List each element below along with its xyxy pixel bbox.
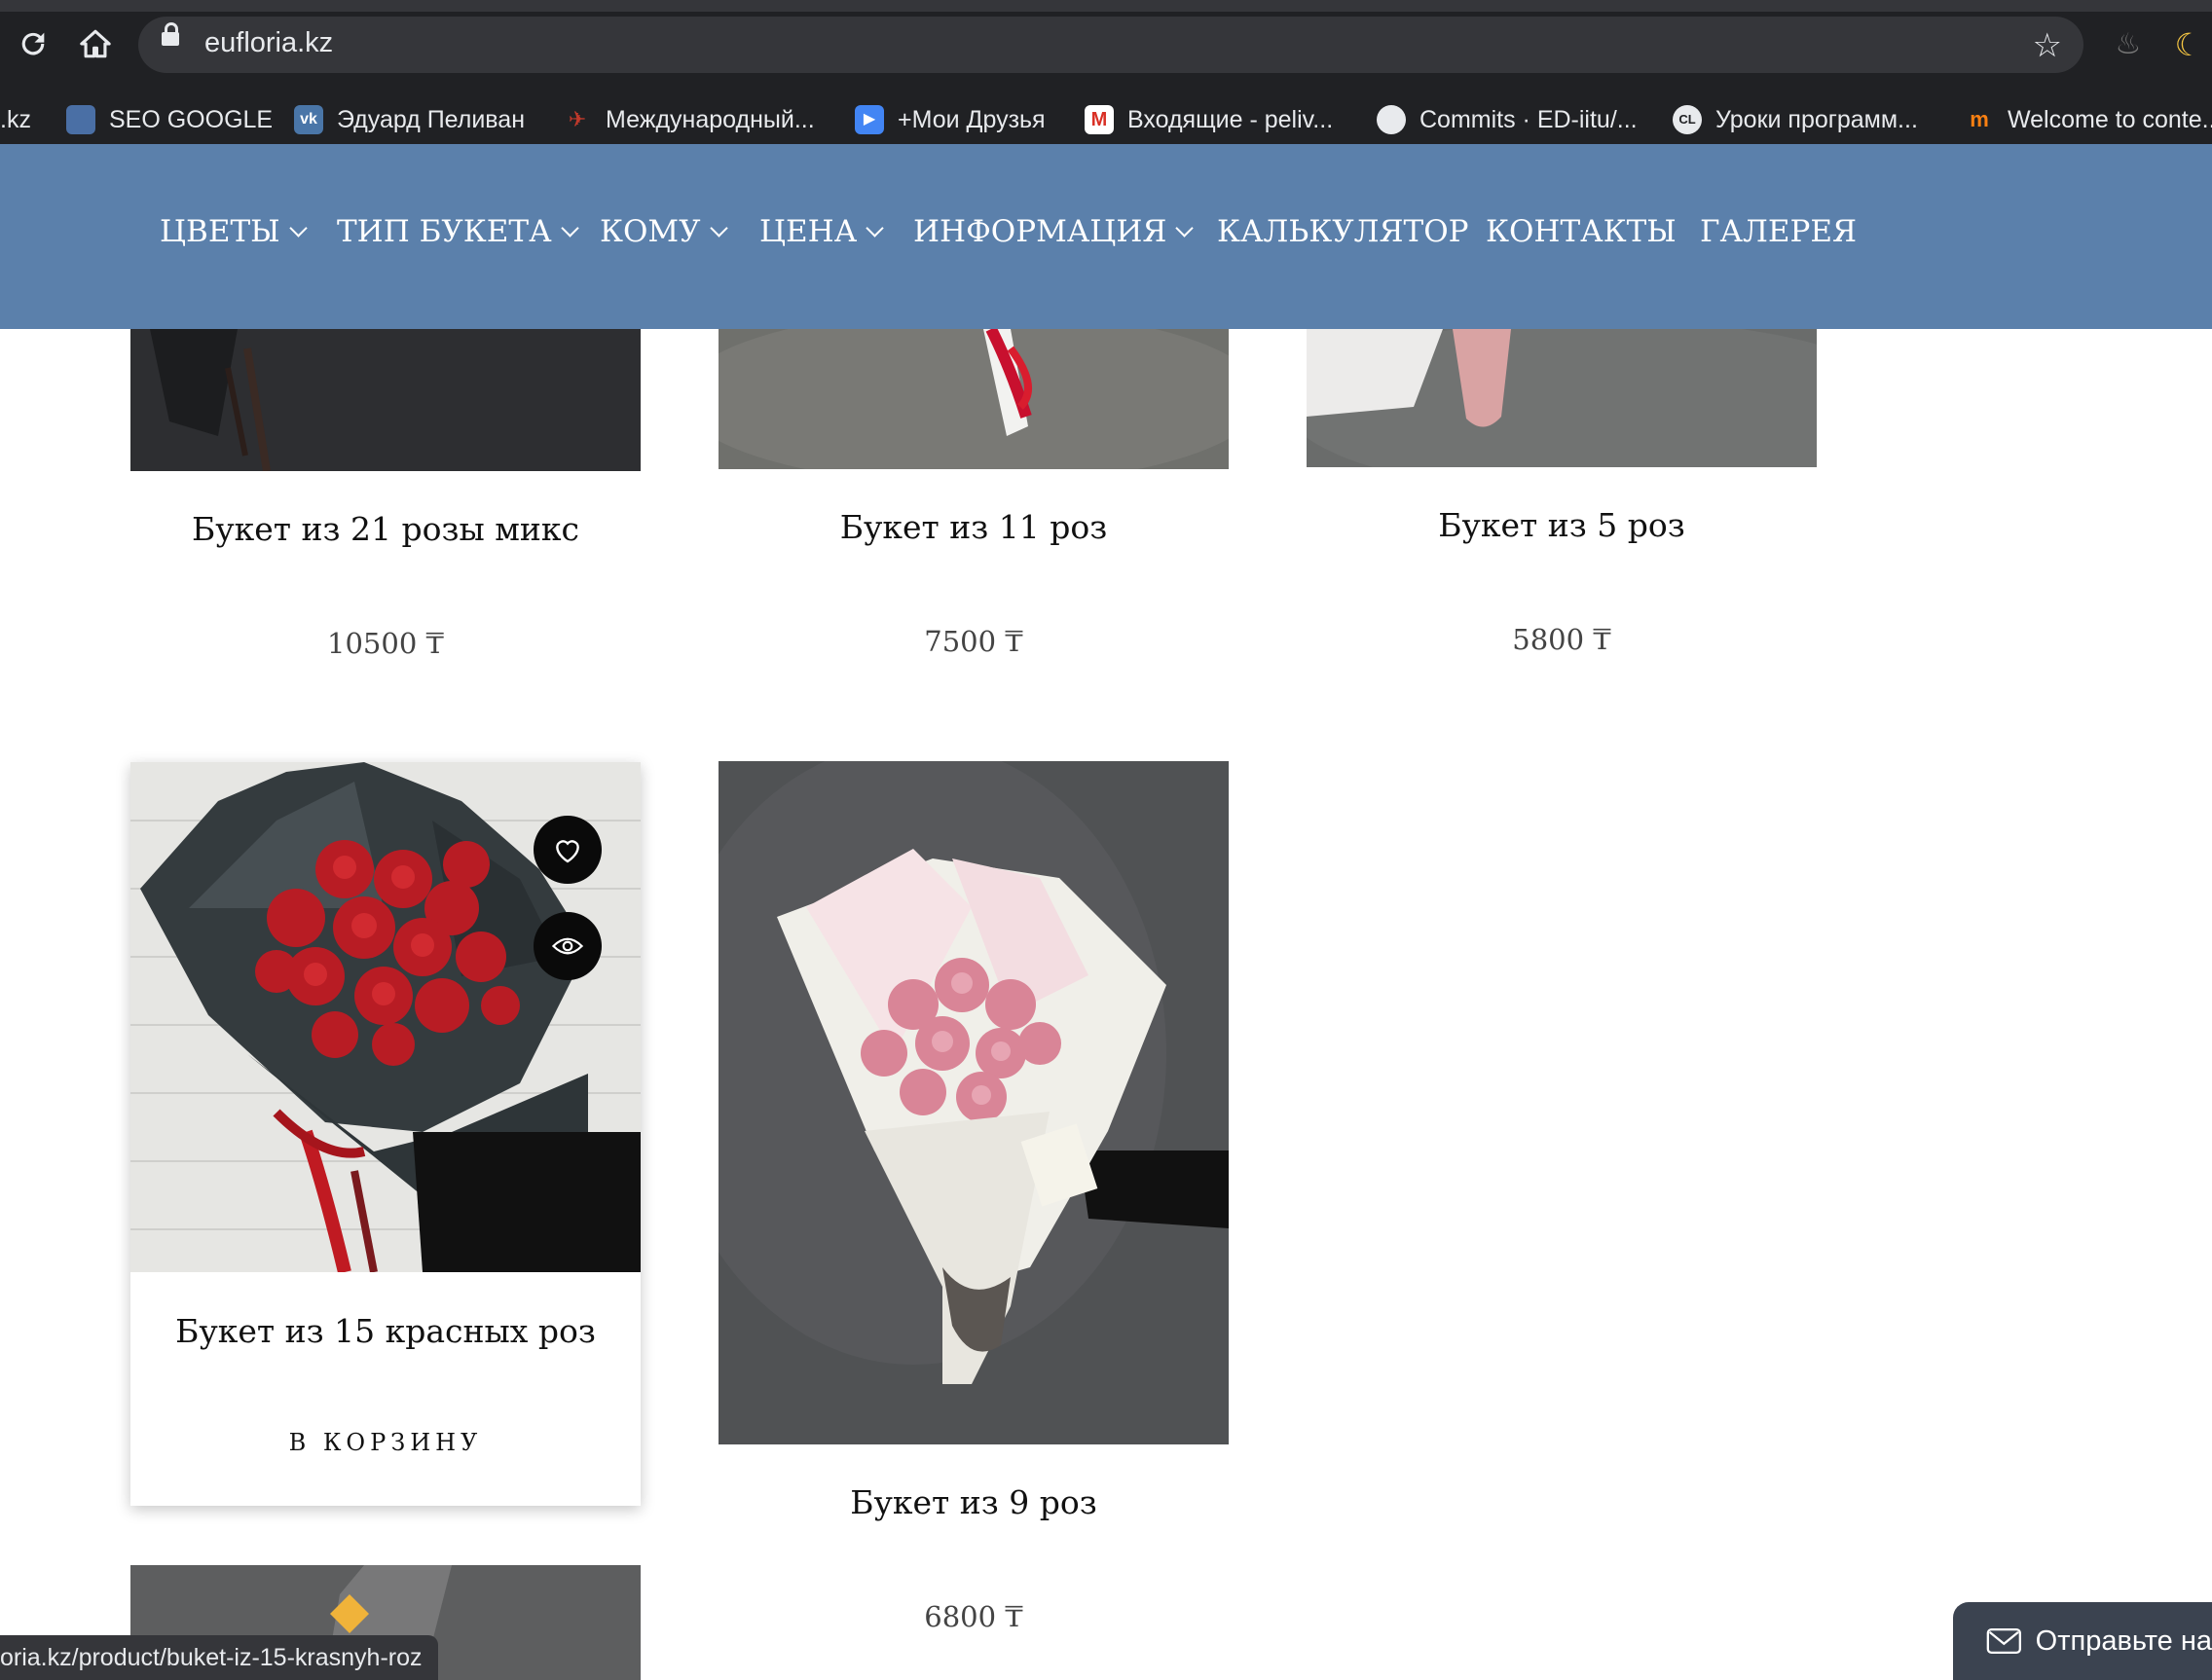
- bookmark-label: Международный...: [606, 105, 815, 133]
- lock-icon: [162, 22, 179, 46]
- bookmark-programming-lessons[interactable]: CL Уроки программ...: [1673, 95, 1918, 144]
- address-bar[interactable]: eufloria.kz ☆: [138, 17, 2083, 73]
- product-title[interactable]: Букет из 21 розы микс: [130, 510, 641, 548]
- nav-label: ТИП БУКЕТА: [337, 214, 552, 249]
- product-price: 10500 ₸: [327, 627, 444, 660]
- gmail-icon: M: [1085, 105, 1114, 134]
- bookmark-star-icon[interactable]: ☆: [2033, 26, 2062, 65]
- bookmark-label: +Мои Друзья: [898, 105, 1046, 133]
- reload-icon[interactable]: [16, 27, 51, 67]
- product-image-9-roses[interactable]: [719, 761, 1229, 1444]
- product-image-11-roses[interactable]: [719, 329, 1229, 469]
- tab-strip-edge: [0, 0, 2212, 12]
- bookmark-label: .kz: [0, 105, 31, 133]
- bookmark-label: SEO GOOGLE: [109, 105, 274, 133]
- codelessons-icon: CL: [1673, 105, 1702, 134]
- nav-label: КОМУ: [600, 214, 701, 249]
- nav-contacts[interactable]: КОНТАКТЫ: [1486, 214, 1677, 249]
- product-image-5-roses[interactable]: [1307, 329, 1817, 467]
- nav-information[interactable]: ИНФОРМАЦИЯ: [913, 214, 1195, 249]
- eye-icon: [551, 937, 584, 955]
- bookmark-international[interactable]: ✈ Международный...: [563, 95, 815, 144]
- bookmark-gmail-inbox[interactable]: M Входящие - peliv...: [1085, 95, 1333, 144]
- chevron-down-icon: [288, 219, 308, 237]
- bookmark-seo-google[interactable]: SEO GOOGLE: [66, 95, 273, 144]
- site-navigation: ЦВЕТЫ ТИП БУКЕТА КОМУ ЦЕНА ИНФОРМАЦИЯ КА…: [0, 144, 2212, 329]
- nav-label: ЦЕНА: [759, 214, 858, 249]
- status-bar-link: oria.kz/product/buket-iz-15-krasnyh-roz: [0, 1635, 438, 1680]
- nav-for-whom[interactable]: КОМУ: [600, 214, 728, 249]
- envelope-icon: [1986, 1627, 2021, 1655]
- product-price: 5800 ₸: [1512, 623, 1611, 656]
- nav-bouquet-type[interactable]: ТИП БУКЕТА: [337, 214, 579, 249]
- bookmark-label: Welcome to conte...: [2008, 105, 2212, 133]
- dark-mode-moon-icon[interactable]: ☾: [2171, 27, 2206, 62]
- nav-label: КОНТАКТЫ: [1486, 214, 1677, 249]
- nav-label: КАЛЬКУЛЯТОР: [1217, 214, 1469, 249]
- bookmark-label: Входящие - peliv...: [1127, 105, 1334, 133]
- nav-label: ЦВЕТЫ: [160, 214, 280, 249]
- nav-price[interactable]: ЦЕНА: [759, 214, 884, 249]
- product-title[interactable]: Букет из 11 роз: [719, 508, 1229, 546]
- product-title[interactable]: Букет из 5 роз: [1307, 506, 1817, 544]
- product-price: 7500 ₸: [924, 625, 1023, 658]
- bookmark-label: Уроки программ...: [1715, 105, 1918, 133]
- add-to-cart-button[interactable]: В КОРЗИНУ: [130, 1429, 641, 1456]
- home-icon[interactable]: [78, 27, 113, 67]
- chevron-down-icon: [560, 219, 579, 237]
- quick-view-button[interactable]: [534, 912, 602, 980]
- chat-label: Отправьте на: [2035, 1625, 2212, 1657]
- browser-toolbar: eufloria.kz ☆ ♨ ☾: [0, 0, 2212, 95]
- chat-widget-button[interactable]: Отправьте на: [1953, 1602, 2212, 1680]
- bookmark-vk[interactable]: vk Эдуард Пеливан: [294, 95, 525, 144]
- airline-icon: ✈: [568, 107, 587, 131]
- bookmark-welcome[interactable]: m Welcome to conte...: [1965, 95, 2212, 144]
- address-url[interactable]: eufloria.kz: [204, 27, 333, 59]
- product-title[interactable]: Букет из 15 красных роз: [130, 1312, 641, 1350]
- nav-label: ИНФОРМАЦИЯ: [913, 214, 1167, 249]
- nav-calculator[interactable]: КАЛЬКУЛЯТОР: [1217, 214, 1468, 249]
- bookmark-label: Commits · ED-iitu/...: [1419, 105, 1638, 133]
- folder-icon: [66, 105, 95, 134]
- bookmarks-bar: .kz SEO GOOGLE vk Эдуард Пеливан ✈ Между…: [0, 95, 2212, 144]
- vk-icon: vk: [294, 105, 323, 134]
- nav-label: ГАЛЕРЕЯ: [1700, 214, 1858, 249]
- bookmark-label: Эдуард Пеливан: [337, 105, 526, 133]
- java-extension-icon[interactable]: ♨: [2111, 27, 2146, 62]
- product-price: 6800 ₸: [924, 1600, 1023, 1633]
- github-icon: [1377, 105, 1406, 134]
- heart-icon: [556, 840, 579, 863]
- nav-flowers[interactable]: ЦВЕТЫ: [160, 214, 308, 249]
- add-to-wishlist-button[interactable]: [534, 816, 602, 884]
- chevron-down-icon: [709, 219, 728, 237]
- chevron-down-icon: [1175, 219, 1195, 237]
- play-icon: ▶: [855, 105, 884, 134]
- nav-gallery[interactable]: ГАЛЕРЕЯ: [1700, 214, 1857, 249]
- bookmark-github-commits[interactable]: Commits · ED-iitu/...: [1377, 95, 1638, 144]
- bookmark-kz[interactable]: .kz: [0, 95, 31, 144]
- product-title[interactable]: Букет из 9 роз: [719, 1483, 1229, 1521]
- product-image-21-roses-mix[interactable]: [130, 329, 641, 471]
- chevron-down-icon: [866, 219, 884, 237]
- moodle-icon: m: [1970, 107, 1989, 131]
- bookmark-friends[interactable]: ▶ +Мои Друзья: [855, 95, 1046, 144]
